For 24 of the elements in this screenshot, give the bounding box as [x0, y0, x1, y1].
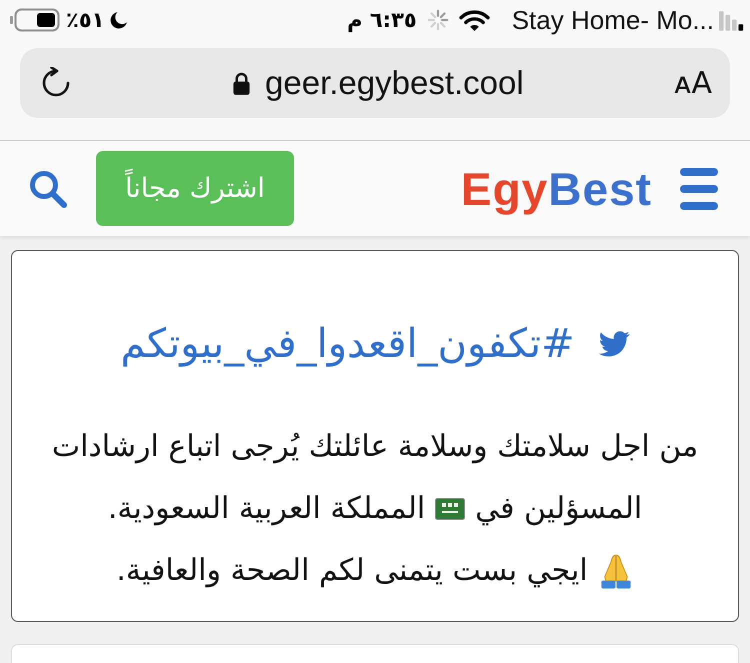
bird-icon — [598, 331, 630, 357]
moon-icon — [110, 11, 128, 29]
carrier-name: Stay Home- Mo... — [512, 4, 714, 36]
message-text: المسؤلين في — [475, 490, 642, 528]
search-icon[interactable] — [28, 168, 68, 208]
message-text: ايجي بست يتمنى لكم الصحة والعافية. — [116, 552, 588, 590]
message-text: من اجل سلامتك وسلامة عائلتك يُرجى اتباع ارشادات — [52, 428, 698, 466]
clock-time: ٦:٣٥ م — [347, 8, 417, 32]
hashtag-link[interactable]: #تكفون_اقعدوا_في_بيوتكم — [120, 319, 575, 369]
url-text[interactable]: geer.egybest.cool — [265, 64, 524, 102]
site-logo[interactable]: EgyBest — [460, 162, 652, 216]
message-text: المملكة العربية السعودية. — [108, 490, 426, 528]
address-bar[interactable]: geer.egybest.cool ᴀA — [20, 48, 730, 118]
wifi-icon — [458, 8, 490, 32]
flag-icon — [435, 498, 466, 520]
text-size-button[interactable]: ᴀA — [674, 66, 712, 100]
lock-icon — [232, 70, 252, 96]
battery-icon — [10, 8, 60, 32]
reload-icon — [40, 67, 72, 99]
signal-icon — [719, 10, 745, 30]
reload-button[interactable] — [40, 67, 72, 99]
menu-icon[interactable] — [680, 168, 718, 210]
battery-percent: ٥١٪ — [66, 8, 104, 32]
spinner-icon — [426, 9, 449, 31]
